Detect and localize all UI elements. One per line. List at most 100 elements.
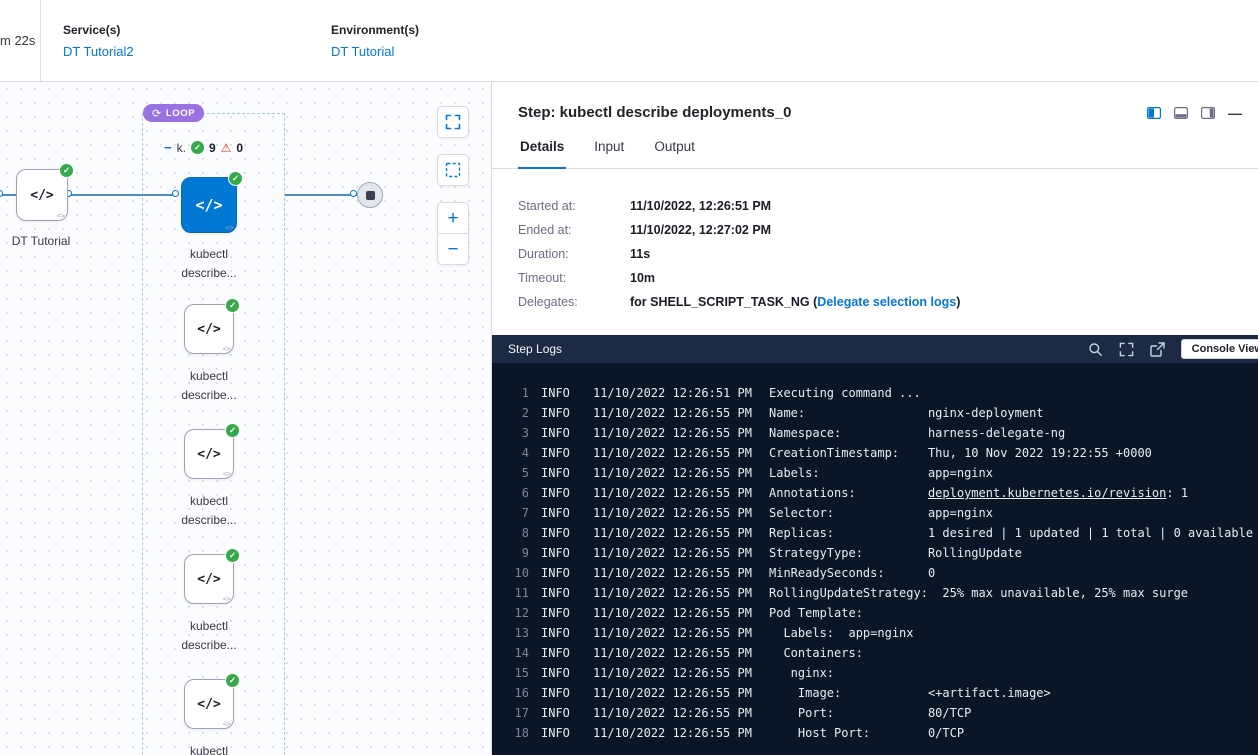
step-label-line1: kubectl bbox=[154, 245, 264, 264]
success-check-icon: ✓ bbox=[228, 171, 243, 186]
log-line: 18INFO11/10/2022 12:26:55 PM Host Port: … bbox=[492, 723, 1258, 743]
step-node-label: kubectl describe... bbox=[154, 617, 264, 655]
zoom-controls: + − bbox=[437, 106, 469, 265]
step-panel-title: Step: kubectl describe deployments_0 bbox=[518, 104, 1147, 121]
layout-right-icon[interactable] bbox=[1201, 107, 1215, 119]
step-label-line1: kubectl bbox=[154, 367, 264, 386]
loop-icon: ⟳ bbox=[152, 107, 162, 120]
success-count: 9 bbox=[209, 141, 216, 155]
detail-label: Delegates: bbox=[518, 295, 630, 309]
open-in-new-icon[interactable] bbox=[1150, 342, 1165, 357]
step-logs-section: Step Logs Console View bbox=[492, 335, 1258, 755]
detail-value: for SHELL_SCRIPT_TASK_NG (Delegate selec… bbox=[630, 295, 960, 309]
detail-row: Delegates: for SHELL_SCRIPT_TASK_NG (Del… bbox=[518, 295, 1232, 309]
log-line: 16INFO11/10/2022 12:26:55 PM Image: <+ar… bbox=[492, 683, 1258, 703]
code-icon: </> bbox=[197, 322, 220, 337]
services-group: Service(s) DT Tutorial2 bbox=[63, 0, 331, 81]
tab-details[interactable]: Details bbox=[518, 139, 566, 169]
detail-value: 11/10/2022, 12:27:02 PM bbox=[630, 223, 771, 237]
zoom-out-button[interactable]: − bbox=[437, 233, 469, 265]
layout-bottom-icon[interactable] bbox=[1174, 107, 1188, 119]
delegates-text: for SHELL_SCRIPT_TASK_NG ( bbox=[630, 295, 817, 309]
step-label-line2: describe... bbox=[154, 636, 264, 655]
marquee-icon bbox=[445, 162, 461, 178]
step-node[interactable]: </> ✓ bbox=[184, 679, 234, 729]
code-icon: </> bbox=[197, 697, 220, 712]
environments-label: Environment(s) bbox=[331, 23, 419, 37]
detail-label: Duration: bbox=[518, 247, 630, 261]
detail-row: Started at: 11/10/2022, 12:26:51 PM bbox=[518, 199, 1232, 213]
panel-layout-controls: — bbox=[1147, 105, 1242, 121]
search-icon[interactable] bbox=[1088, 342, 1103, 357]
environments-group: Environment(s) DT Tutorial bbox=[331, 0, 419, 81]
step-node-label: kubectl describe... bbox=[154, 367, 264, 405]
step-node-label: kubectl describe... bbox=[154, 245, 264, 283]
step-node[interactable]: </> ✓ bbox=[184, 554, 234, 604]
log-line: 3INFO11/10/2022 12:26:55 PMNamespace: ha… bbox=[492, 423, 1258, 443]
step-logs-header: Step Logs Console View bbox=[492, 335, 1258, 363]
code-icon: </> bbox=[197, 447, 220, 462]
step-node[interactable]: </> ✓ bbox=[184, 429, 234, 479]
code-icon: </> bbox=[30, 188, 53, 203]
step-label-line1: kubectl bbox=[154, 617, 264, 636]
stage-node-label: DT Tutorial bbox=[0, 232, 96, 251]
success-check-icon: ✓ bbox=[225, 673, 240, 688]
success-check-icon: ✓ bbox=[225, 548, 240, 563]
stop-icon bbox=[366, 191, 375, 200]
loop-matrix-header: − k. ✓ 9 ⚠ 0 bbox=[164, 140, 243, 155]
success-count-icon: ✓ bbox=[191, 141, 204, 154]
step-label-line1: kubectl bbox=[154, 492, 264, 511]
log-line: 7INFO11/10/2022 12:26:55 PMSelector: app… bbox=[492, 503, 1258, 523]
code-icon: </> bbox=[195, 196, 222, 214]
warning-icon: ⚠ bbox=[221, 142, 232, 154]
connector-line bbox=[68, 194, 178, 196]
tab-input[interactable]: Input bbox=[592, 139, 626, 168]
log-line: 4INFO11/10/2022 12:26:55 PMCreationTimes… bbox=[492, 443, 1258, 463]
expand-icon bbox=[445, 114, 461, 130]
delegate-selection-logs-link[interactable]: Delegate selection logs bbox=[817, 295, 956, 309]
pipeline-graph: ⟳ LOOP − k. ✓ 9 ⚠ 0 </> ✓ bbox=[0, 82, 492, 755]
log-annotation-link[interactable]: deployment.kubernetes.io/revision bbox=[928, 486, 1166, 500]
app: m 22s Service(s) DT Tutorial2 Environmen… bbox=[0, 0, 1258, 755]
tab-output[interactable]: Output bbox=[652, 139, 697, 168]
step-details: Started at: 11/10/2022, 12:26:51 PM Ende… bbox=[492, 169, 1258, 335]
step-label-line2: describe... bbox=[154, 511, 264, 530]
step-node-label: kubectl describe... bbox=[154, 742, 264, 755]
environment-link[interactable]: DT Tutorial bbox=[331, 44, 394, 59]
log-line: 2INFO11/10/2022 12:26:55 PMName: nginx-d… bbox=[492, 403, 1258, 423]
layout-split-icon[interactable] bbox=[1147, 107, 1161, 119]
fullscreen-icon[interactable] bbox=[1119, 342, 1134, 357]
detail-value: 11s bbox=[630, 247, 650, 261]
step-details-panel: Step: kubectl describe deployments_0 — D… bbox=[492, 82, 1258, 755]
log-line: 11INFO11/10/2022 12:26:55 PMRollingUpdat… bbox=[492, 583, 1258, 603]
success-check-icon: ✓ bbox=[225, 423, 240, 438]
success-check-icon: ✓ bbox=[59, 163, 74, 178]
zoom-group: + − bbox=[437, 202, 469, 265]
fit-to-screen-button[interactable] bbox=[437, 106, 469, 138]
detail-row: Duration: 11s bbox=[518, 247, 1232, 261]
log-line: 14INFO11/10/2022 12:26:55 PM Containers: bbox=[492, 643, 1258, 663]
console[interactable]: 1INFO11/10/2022 12:26:51 PMExecuting com… bbox=[492, 363, 1258, 755]
step-node-selected[interactable]: </> ✓ bbox=[181, 177, 237, 233]
step-node[interactable]: </> ✓ bbox=[184, 304, 234, 354]
service-link[interactable]: DT Tutorial2 bbox=[63, 44, 134, 59]
detail-value: 11/10/2022, 12:26:51 PM bbox=[630, 199, 771, 213]
delegates-text: ) bbox=[956, 295, 960, 309]
connector-line bbox=[285, 194, 357, 196]
minimize-icon[interactable]: — bbox=[1228, 105, 1242, 121]
code-icon: </> bbox=[197, 572, 220, 587]
pipeline-duration: m 22s bbox=[0, 33, 40, 48]
detail-label: Ended at: bbox=[518, 223, 630, 237]
topbar: m 22s Service(s) DT Tutorial2 Environmen… bbox=[0, 0, 1258, 82]
step-node-label: kubectl describe... bbox=[154, 492, 264, 530]
log-line: 17INFO11/10/2022 12:26:55 PM Port: 80/TC… bbox=[492, 703, 1258, 723]
console-view-button[interactable]: Console View bbox=[1181, 339, 1258, 359]
collapse-icon[interactable]: − bbox=[164, 140, 172, 155]
stage-node-dt-tutorial[interactable]: </> ✓ bbox=[16, 169, 68, 221]
zoom-selection-button[interactable] bbox=[437, 154, 469, 186]
step-logs-title: Step Logs bbox=[508, 342, 1088, 356]
zoom-in-button[interactable]: + bbox=[437, 202, 469, 234]
step-label-line2: describe... bbox=[154, 264, 264, 283]
detail-row: Timeout: 10m bbox=[518, 271, 1232, 285]
log-line: 13INFO11/10/2022 12:26:55 PM Labels: app… bbox=[492, 623, 1258, 643]
